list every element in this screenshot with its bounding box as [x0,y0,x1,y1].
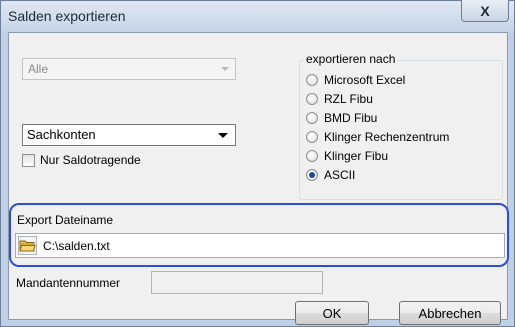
export-filename-highlight: Export Dateiname C:\salden.txt [9,203,509,267]
radio-button[interactable] [306,130,318,143]
ok-button-label: OK [322,305,342,321]
radio-option-klinger-rechenzentrum[interactable]: Klinger Rechenzentrum [306,127,449,146]
browse-folder-button[interactable] [18,236,37,255]
export-target-options: Microsoft Excel RZL Fibu BMD Fibu Klinge… [306,70,449,184]
chevron-down-icon [218,133,228,138]
radio-button[interactable] [306,111,318,124]
dialog-content: Alle Sachkonten Nur Saldotragende export… [8,32,509,325]
ok-button[interactable]: OK [295,301,369,325]
radio-label: RZL Fibu [324,91,373,106]
export-target-legend: exportieren nach [304,52,398,66]
dialog-window: Salden exportieren X Alle Sachkonten Nur… [0,0,515,327]
export-filename-label: Export Dateiname [17,213,114,227]
radio-label: BMD Fibu [324,110,378,125]
close-icon: X [480,2,490,19]
only-balance-checkbox[interactable] [22,153,35,167]
radio-label: Klinger Rechenzentrum [324,129,450,144]
radio-label: Klinger Fibu [324,148,389,163]
folder-icon [19,240,36,252]
radio-option-microsoft-excel[interactable]: Microsoft Excel [306,70,449,89]
radio-label: ASCII [324,167,356,182]
radio-button[interactable] [306,149,318,162]
radio-option-klinger-fibu[interactable]: Klinger Fibu [306,146,449,165]
only-balance-label: Nur Saldotragende [40,153,141,167]
radio-option-bmd-fibu[interactable]: BMD Fibu [306,108,449,127]
radio-button[interactable] [306,73,318,86]
selection-combo-disabled: Alle [22,58,236,80]
selection-combo-value: Alle [28,62,49,76]
only-balance-checkbox-row[interactable]: Nur Saldotragende [22,153,141,167]
client-number-label: Mandantennummer [16,276,121,290]
account-type-combo[interactable]: Sachkonten [22,124,236,146]
radio-label: Microsoft Excel [324,72,406,87]
account-type-value: Sachkonten [27,127,96,142]
client-number-field[interactable] [151,271,323,294]
radio-option-ascii[interactable]: ASCII [306,165,449,184]
radio-option-rzl-fibu[interactable]: RZL Fibu [306,89,449,108]
radio-button-selected[interactable] [306,168,318,181]
dialog-title: Salden exportieren [8,8,126,24]
close-button[interactable]: X [461,0,509,22]
cancel-button[interactable]: Abbrechen [399,301,501,325]
export-filename-field[interactable]: C:\salden.txt [15,233,505,258]
radio-button[interactable] [306,92,318,105]
cancel-button-label: Abbrechen [418,305,482,321]
chevron-down-icon [221,67,229,71]
export-filename-value: C:\salden.txt [43,239,110,253]
title-bar[interactable]: Salden exportieren X [1,0,514,31]
